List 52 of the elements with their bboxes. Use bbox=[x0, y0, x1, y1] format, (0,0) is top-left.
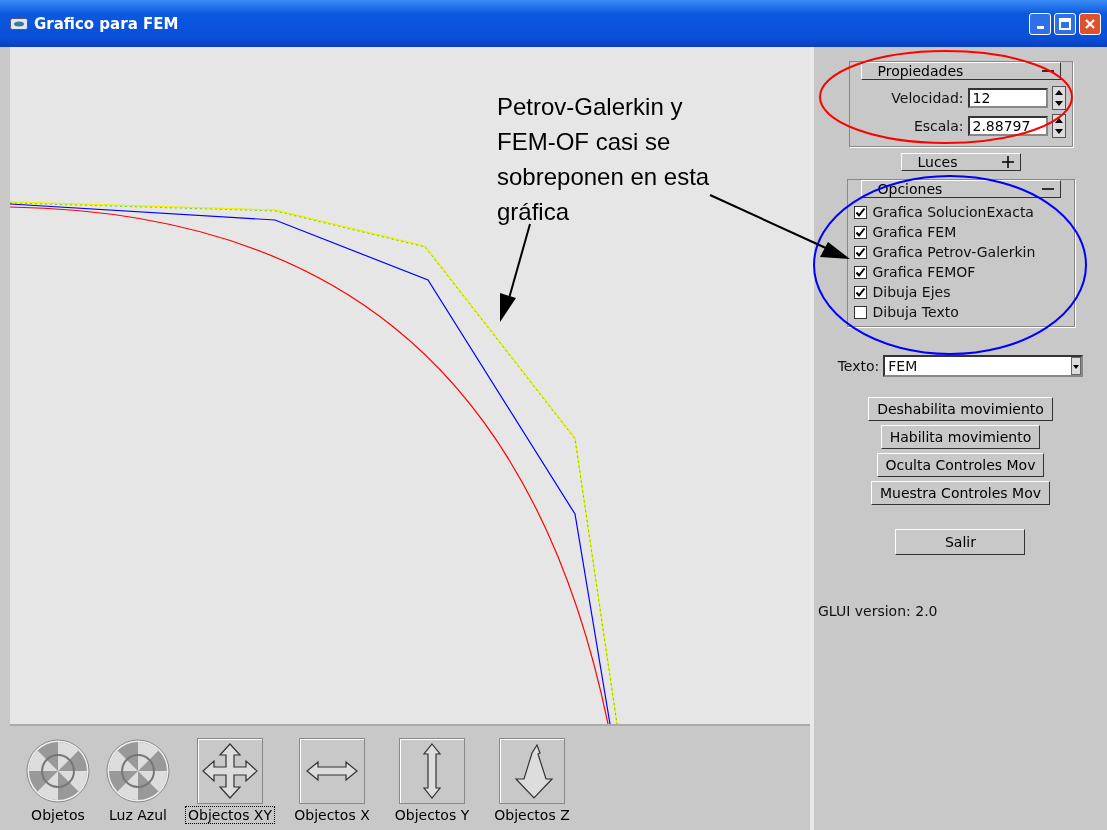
checkbox[interactable] bbox=[853, 285, 867, 299]
version-text: GLUI version: 2.0 bbox=[818, 603, 938, 619]
vertical-arrow-button[interactable] bbox=[399, 738, 465, 804]
checkbox-label: Grafica FEMOF bbox=[872, 264, 976, 280]
action-button[interactable]: Oculta Controles Mov bbox=[876, 453, 1045, 477]
text-dropdown[interactable]: FEM bbox=[883, 355, 1084, 377]
action-button[interactable]: Muestra Controles Mov bbox=[870, 481, 1050, 505]
options-rollout-header[interactable]: Opciones bbox=[860, 180, 1061, 198]
spinner-icon[interactable] bbox=[1051, 86, 1066, 110]
close-icon bbox=[1084, 17, 1096, 30]
sphere-icon[interactable] bbox=[25, 738, 91, 804]
spinner-icon[interactable] bbox=[1051, 114, 1066, 138]
tool-label: Luz Azul bbox=[108, 806, 168, 824]
checkbox-label: Grafica FEM bbox=[872, 224, 957, 240]
window-title: Grafico para FEM bbox=[34, 14, 179, 33]
expand-icon bbox=[1001, 156, 1014, 168]
tool-label: Objectos Z bbox=[493, 806, 571, 824]
checkbox-label: Grafica Petrov-Galerkin bbox=[872, 244, 1036, 260]
number-field[interactable]: 12 bbox=[967, 88, 1048, 108]
checkbox[interactable] bbox=[853, 205, 867, 219]
maximize-icon bbox=[1059, 17, 1071, 30]
exit-button[interactable]: Salir bbox=[895, 529, 1026, 555]
checkbox[interactable] bbox=[853, 305, 867, 319]
maximize-button[interactable] bbox=[1054, 12, 1076, 35]
tool-label: Objectos X bbox=[293, 806, 371, 824]
number-field[interactable]: 2.88797 bbox=[967, 116, 1048, 136]
four-way-arrow-button[interactable] bbox=[197, 738, 263, 804]
app-icon bbox=[10, 17, 28, 30]
field-label: Escala: bbox=[913, 118, 964, 134]
lights-rollout-header[interactable]: Luces bbox=[900, 153, 1021, 171]
minimize-button[interactable] bbox=[1029, 12, 1051, 35]
tool-label: Objectos XY bbox=[184, 806, 276, 824]
text-label: Texto: bbox=[837, 358, 880, 374]
action-button[interactable]: Habilita movimiento bbox=[880, 425, 1041, 449]
checkbox[interactable] bbox=[853, 265, 867, 279]
tool-label: Objectos Y bbox=[393, 806, 471, 824]
sphere-icon[interactable] bbox=[105, 738, 171, 804]
annotation-text: Petrov-Galerkin y FEM-OF casi se sobreponen en esta gráfica bbox=[497, 92, 710, 227]
checkbox-label: Dibuja Texto bbox=[872, 304, 959, 320]
minimize-icon bbox=[1036, 26, 1044, 29]
checkbox-label: Grafica SolucionExacta bbox=[872, 204, 1034, 220]
checkbox[interactable] bbox=[853, 245, 867, 259]
action-button[interactable]: Deshabilita movimiento bbox=[868, 397, 1053, 421]
tool-label: Objetos bbox=[30, 806, 86, 824]
checkbox[interactable] bbox=[853, 225, 867, 239]
diagonal-arrow-button[interactable] bbox=[499, 738, 565, 804]
close-button[interactable] bbox=[1079, 12, 1101, 35]
horizontal-arrow-button[interactable] bbox=[299, 738, 365, 804]
properties-rollout-header[interactable]: Propiedades bbox=[860, 62, 1061, 80]
arrow-icon bbox=[200, 741, 260, 801]
field-label: Velocidad: bbox=[891, 90, 964, 106]
checkbox-label: Dibuja Ejes bbox=[872, 284, 951, 300]
